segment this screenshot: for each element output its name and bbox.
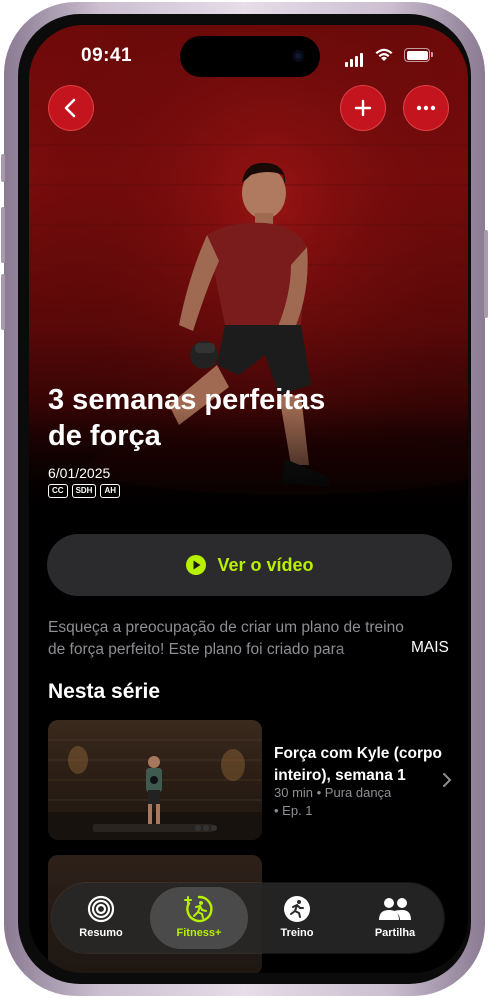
play-video-label: Ver o vídeo [217,554,314,575]
ah-badge: AH [100,484,121,498]
back-button[interactable] [48,85,94,131]
tab-fitness-plus[interactable]: Fitness+ [150,887,248,949]
bezel: 09:41 3 semanas perfeitas de força 6/01/… [18,14,471,984]
front-camera [292,50,304,62]
cellular-signal-icon [345,49,365,67]
description-line1: Esqueça a preocupação de criar um plano … [48,619,404,636]
accessibility-badges: CC SDH AH [48,484,121,498]
chevron-right-icon[interactable] [442,772,452,788]
activity-rings-icon [87,895,115,923]
more-button[interactable] [403,85,449,131]
play-video-button[interactable]: Ver o vídeo [47,534,452,596]
release-date: 6/01/2025 [48,465,111,481]
battery-icon [404,48,433,62]
play-circle-icon [186,555,207,575]
fitness-plus-icon [184,895,213,923]
workout-title-line1: 3 semanas perfeitas [48,384,326,416]
volume-up-button [1,207,5,263]
phone-frame: 09:41 3 semanas perfeitas de força 6/01/… [1,2,488,996]
tab-resumo-label: Resumo [79,927,123,939]
status-time: 09:41 [81,45,133,66]
tab-treino[interactable]: Treino [248,883,346,953]
ellipsis-icon [416,105,436,111]
episode-meta-line1: 30 min • Pura dança [274,785,392,800]
tab-partilha-label: Partilha [374,927,416,939]
episode-thumbnail-art [48,739,262,840]
silent-switch [1,154,5,182]
tab-bar: Resumo Fitness+ Treino Partilha [52,883,444,953]
status-bar: 09:41 [29,36,468,77]
running-figure-icon [284,896,310,922]
tab-resumo[interactable]: Resumo [52,883,150,953]
episode-title-line1: Força com Kyle (corpo [274,745,442,762]
description-fade [332,639,402,661]
tab-fitness-plus-label: Fitness+ [176,927,222,939]
series-heading: Nesta série [48,680,161,703]
dynamic-island [180,36,320,77]
chevron-left-icon [64,98,76,118]
cc-badge: CC [48,484,68,498]
volume-down-button [1,274,5,330]
power-button [484,230,488,318]
sdh-badge: SDH [71,484,97,498]
description: Esqueça a preocupação de criar um plano … [48,617,452,661]
episode-title[interactable]: Força com Kyle (corpo inteiro), semana 1 [274,743,454,787]
episode-meta: 30 min • Pura dança • Ep. 1 [274,784,391,820]
more-link[interactable]: MAIS [411,639,449,657]
tab-treino-label: Treino [280,927,314,939]
wifi-icon [375,48,393,61]
episode-thumbnail[interactable] [48,720,262,840]
plus-icon [354,99,372,117]
tab-partilha[interactable]: Partilha [346,883,444,953]
episode-meta-line2: • Ep. 1 [274,803,313,818]
people-icon [379,898,411,920]
workout-title-line2: de força [48,420,161,452]
add-button[interactable] [340,85,386,131]
screen: 09:41 3 semanas perfeitas de força 6/01/… [29,25,468,973]
workout-title: 3 semanas perfeitas de força [48,382,388,454]
